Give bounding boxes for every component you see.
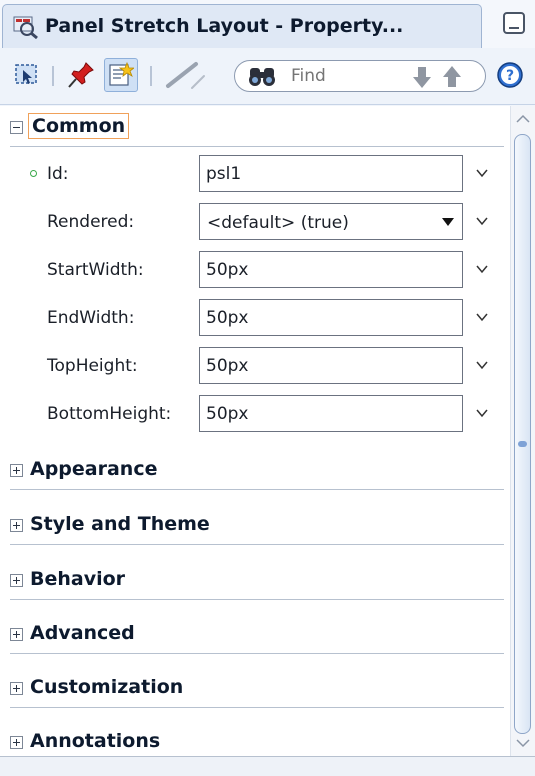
dropdown-arrow-icon bbox=[442, 218, 454, 226]
property-row-startwidth: StartWidth: bbox=[10, 249, 504, 291]
scrollbar-grip bbox=[518, 441, 527, 447]
topheight-field[interactable] bbox=[199, 347, 463, 384]
section-style-and-theme[interactable]: Style and Theme bbox=[10, 504, 504, 545]
expand-icon[interactable] bbox=[10, 736, 23, 749]
section-style-and-theme-title: Style and Theme bbox=[30, 513, 210, 535]
bottomheight-field[interactable] bbox=[199, 395, 463, 432]
toolbar: ? bbox=[0, 48, 535, 105]
endwidth-field[interactable] bbox=[199, 299, 463, 336]
toolbar-separator bbox=[52, 66, 54, 86]
property-row-id: Id: bbox=[10, 153, 504, 195]
expand-icon[interactable] bbox=[10, 628, 23, 641]
scrollbar-thumb[interactable] bbox=[514, 134, 531, 734]
expand-icon[interactable] bbox=[10, 682, 23, 695]
chevron-down-icon[interactable] bbox=[475, 358, 489, 372]
property-inspector-icon bbox=[13, 16, 38, 39]
chevron-down-icon[interactable] bbox=[475, 214, 489, 228]
section-customization-title: Customization bbox=[30, 676, 184, 698]
section-annotations-title: Annotations bbox=[30, 730, 161, 752]
find-field[interactable] bbox=[234, 60, 486, 92]
required-indicator-icon bbox=[30, 170, 37, 177]
section-behavior[interactable]: Behavior bbox=[10, 559, 504, 600]
select-icon[interactable] bbox=[12, 60, 42, 90]
property-row-topheight: TopHeight: bbox=[10, 345, 504, 387]
chevron-down-icon[interactable] bbox=[475, 406, 489, 420]
title-bar: Panel Stretch Layout - Property... bbox=[0, 0, 535, 49]
chevron-down-icon[interactable] bbox=[475, 166, 489, 180]
edit-properties-icon bbox=[109, 62, 134, 86]
property-label-topheight: TopHeight: bbox=[47, 356, 138, 376]
rendered-select-value: <default> (true) bbox=[207, 213, 349, 233]
expand-icon[interactable] bbox=[10, 464, 23, 477]
arrow-down-icon[interactable] bbox=[411, 65, 433, 89]
collapse-icon[interactable] bbox=[10, 121, 23, 134]
status-bar bbox=[0, 756, 535, 776]
svg-text:?: ? bbox=[506, 68, 514, 84]
toolbar-separator bbox=[150, 66, 152, 86]
rendered-select[interactable]: <default> (true) bbox=[199, 203, 463, 240]
pencil-icon[interactable] bbox=[162, 60, 206, 90]
scroll-up-icon[interactable] bbox=[516, 114, 530, 124]
edit-properties-button[interactable] bbox=[104, 58, 138, 92]
property-list: Common Id: Rendered: <default> (true) St… bbox=[10, 106, 506, 756]
property-row-bottomheight: BottomHeight: bbox=[10, 393, 504, 435]
property-row-endwidth: EndWidth: bbox=[10, 297, 504, 339]
expand-icon[interactable] bbox=[10, 574, 23, 587]
property-row-rendered: Rendered: <default> (true) bbox=[10, 201, 504, 243]
section-advanced[interactable]: Advanced bbox=[10, 613, 504, 654]
section-common-title: Common bbox=[27, 113, 130, 139]
section-appearance-title: Appearance bbox=[30, 458, 158, 480]
arrow-up-icon[interactable] bbox=[441, 65, 463, 89]
startwidth-field[interactable] bbox=[199, 251, 463, 288]
section-advanced-title: Advanced bbox=[30, 622, 135, 644]
panel-title: Panel Stretch Layout - Property... bbox=[45, 15, 404, 37]
pin-icon[interactable] bbox=[66, 60, 96, 90]
id-field[interactable] bbox=[199, 155, 463, 192]
property-label-startwidth: StartWidth: bbox=[47, 260, 144, 280]
minimize-button[interactable] bbox=[503, 12, 525, 34]
section-appearance[interactable]: Appearance bbox=[10, 449, 504, 490]
chevron-down-icon[interactable] bbox=[475, 310, 489, 324]
section-behavior-title: Behavior bbox=[30, 568, 126, 590]
help-icon[interactable]: ? bbox=[496, 61, 524, 89]
property-label-endwidth: EndWidth: bbox=[47, 308, 135, 328]
vertical-scrollbar[interactable] bbox=[510, 106, 535, 756]
binoculars-icon bbox=[249, 68, 275, 86]
section-common[interactable]: Common bbox=[10, 106, 504, 147]
section-customization[interactable]: Customization bbox=[10, 667, 504, 708]
chevron-down-icon[interactable] bbox=[475, 262, 489, 276]
property-label-id: Id: bbox=[47, 164, 69, 184]
find-input[interactable] bbox=[291, 65, 401, 87]
panel-tab[interactable]: Panel Stretch Layout - Property... bbox=[2, 4, 482, 49]
scroll-down-icon[interactable] bbox=[516, 738, 530, 748]
property-label-bottomheight: BottomHeight: bbox=[47, 404, 172, 424]
expand-icon[interactable] bbox=[10, 519, 23, 532]
property-list-area: Common Id: Rendered: <default> (true) St… bbox=[0, 106, 535, 756]
section-annotations[interactable]: Annotations bbox=[10, 721, 504, 756]
property-label-rendered: Rendered: bbox=[47, 212, 135, 232]
